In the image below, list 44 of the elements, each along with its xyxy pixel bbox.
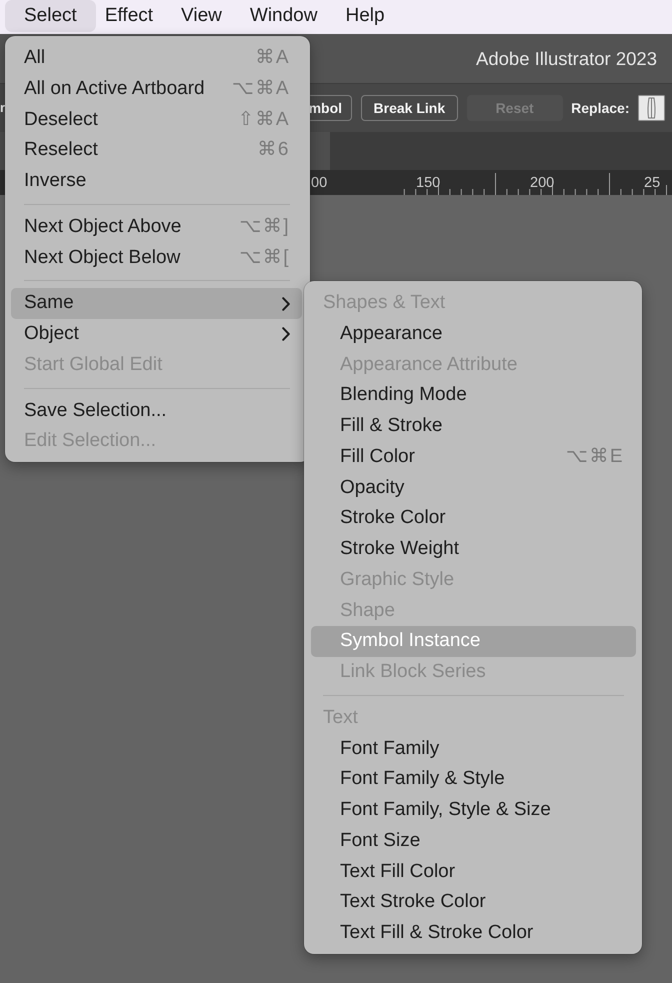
keyboard-shortcut: ⌘A [255, 46, 290, 70]
menu-item[interactable]: Reselect ⌘6 [11, 135, 302, 166]
menu-item[interactable]: Stroke Weight [311, 534, 636, 565]
symbol-preview-icon[interactable] [638, 95, 665, 121]
menu-bar-item[interactable]: Window [236, 0, 332, 32]
menu-item[interactable]: Font Family [311, 734, 636, 764]
ruler-label: 200 [530, 174, 554, 190]
keyboard-shortcut: ⌥⌘] [239, 214, 290, 239]
replace-label: Replace: [571, 98, 630, 118]
menu-item[interactable]: All ⌘A [11, 43, 302, 74]
menu-item[interactable]: Inverse [11, 166, 302, 197]
menu-item[interactable]: Object [11, 319, 302, 350]
keyboard-shortcut: ⇧⌘A [238, 108, 290, 132]
ruler-label: 25 [644, 174, 660, 190]
menu-bar-item[interactable]: View [167, 0, 236, 32]
menu-item[interactable]: Text Fill & Stroke Color [311, 918, 636, 949]
menu-item[interactable]: Text Stroke Color [311, 887, 636, 918]
toolbar-label: r [0, 100, 6, 116]
menu-item[interactable]: Font Family, Style & Size [311, 795, 636, 826]
menu-item[interactable]: Fill Color ⌥⌘E [311, 442, 636, 472]
keyboard-shortcut: ⌥⌘[ [239, 246, 290, 270]
menu-item[interactable]: Font Family & Style [311, 764, 636, 795]
menu-item[interactable]: Font Size [311, 826, 636, 856]
menu-item[interactable]: Opacity [311, 472, 636, 504]
menu-item[interactable]: Next Object Below ⌥⌘[ [11, 242, 302, 274]
toolbar-button[interactable]: Break Link [360, 95, 458, 121]
menu-item[interactable]: All on Active Artboard ⌥⌘A [11, 74, 302, 104]
menu-item[interactable]: Appearance [311, 318, 636, 350]
menu-item[interactable]: Blending Mode [311, 380, 636, 411]
keyboard-shortcut: ⌥⌘E [566, 444, 624, 469]
menu-bar-item[interactable]: Select [5, 0, 96, 32]
menu-item[interactable]: Stroke Color [311, 503, 636, 534]
menu-item[interactable]: Text Fill Color [311, 856, 636, 888]
window-title: Adobe Illustrator 2023 [476, 46, 657, 71]
menu-item[interactable]: Same [11, 288, 302, 319]
keyboard-shortcut: ⌥⌘A [232, 76, 290, 101]
menu-bar-item[interactable]: Help [331, 0, 399, 32]
menu-item[interactable]: Deselect ⇧⌘A [11, 104, 302, 136]
ruler-label: 00 [311, 174, 328, 190]
menu-item[interactable]: Save Selection... [11, 396, 302, 426]
menu-item[interactable]: Next Object Above ⌥⌘] [11, 212, 302, 242]
ruler-label: 150 [416, 174, 440, 190]
menu-item[interactable]: Fill & Stroke [311, 411, 636, 442]
keyboard-shortcut: ⌘6 [257, 138, 290, 162]
